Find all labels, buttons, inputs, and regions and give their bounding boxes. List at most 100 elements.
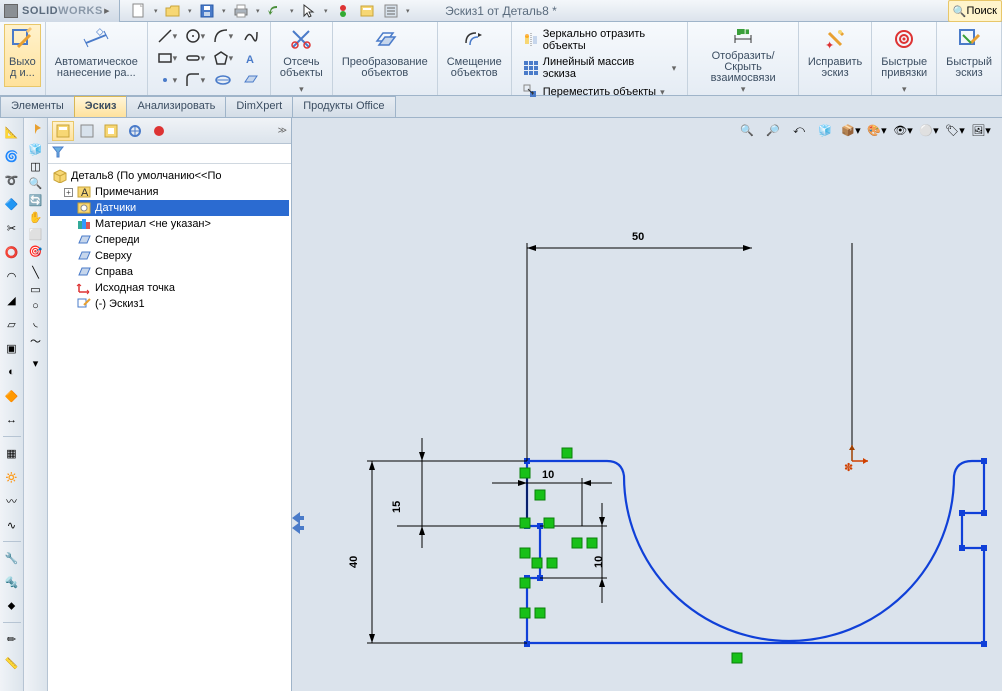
vt-misc3-icon[interactable]: ⬥ — [2, 596, 22, 616]
open-button[interactable] — [162, 1, 184, 21]
st-normal-icon[interactable]: ⬜ — [29, 228, 43, 241]
fm-tab-render[interactable] — [148, 121, 170, 141]
vt-misc2-icon[interactable]: 🔩 — [2, 572, 22, 592]
quick-snaps-button[interactable]: Быстрые привязки ▾ — [876, 24, 932, 98]
exit-sketch-button[interactable]: Выхо д и... — [4, 24, 41, 87]
convert-entities-button[interactable]: Преобразование объектов — [337, 24, 433, 87]
tab-sketch[interactable]: Эскиз — [74, 96, 128, 117]
st-section-icon[interactable]: ◫ — [30, 160, 40, 173]
dimension-50[interactable]: 50 — [527, 231, 852, 461]
tab-evaluate[interactable]: Анализировать — [126, 96, 226, 117]
arc-tool-button[interactable]: ▾ — [210, 26, 236, 46]
move-entities-button[interactable]: Переместить объекты ▾ — [518, 82, 682, 102]
fm-tab-property[interactable] — [76, 121, 98, 141]
dropdown-icon[interactable]: ▾ — [288, 7, 296, 15]
offset-entities-button[interactable]: Смещение объектов — [442, 24, 507, 87]
slot-tool-button[interactable]: ▾ — [182, 48, 208, 68]
new-button[interactable] — [128, 1, 150, 21]
dropdown-icon[interactable]: ▾ — [152, 7, 160, 15]
vt-move-icon[interactable]: ↔ — [2, 410, 22, 430]
rapid-sketch-button[interactable]: Быстрый эскиз — [941, 24, 997, 87]
st-zoom-icon[interactable]: 🔍 — [29, 177, 43, 190]
trim-button[interactable]: Отсечь объекты ▾ — [275, 24, 328, 98]
vt-draft-icon[interactable]: ◐ — [2, 362, 22, 382]
tree-sketch1[interactable]: (-) Эскиз1 — [50, 296, 289, 312]
search-box[interactable]: 🔍 Поиск — [948, 0, 1002, 22]
rebuild-button[interactable] — [332, 1, 354, 21]
tree-sensors[interactable]: Датчики — [50, 200, 289, 216]
fm-tab-design-tree[interactable] — [52, 121, 74, 141]
circle-tool-button[interactable]: ▾ — [182, 26, 208, 46]
st-spline-icon[interactable]: 〜 — [30, 333, 41, 349]
vt-rib-icon[interactable]: ▱ — [2, 314, 22, 334]
sketch-profile[interactable] — [527, 461, 984, 643]
confirmation-corner[interactable] — [292, 512, 304, 534]
feature-tree[interactable]: Деталь8 (По умолчанию<<По + A Примечания… — [48, 164, 291, 316]
st-circle-icon[interactable]: ○ — [32, 300, 39, 312]
tree-origin[interactable]: Исходная точка — [50, 280, 289, 296]
fm-tab-dimxpert[interactable] — [124, 121, 146, 141]
dropdown-icon[interactable]: ▾ — [322, 7, 330, 15]
tab-dimxpert[interactable]: DimXpert — [225, 96, 293, 117]
st-pan-icon[interactable]: ✋ — [29, 211, 43, 224]
text-tool-button[interactable]: A — [238, 48, 264, 68]
graphics-area[interactable]: 🔍 🔎 ⤺ 🧊 📦▾ 🎨▾ 👁▾ ⚪▾ 🏷▾ 🖼▾ — [292, 118, 1002, 691]
dimension-10-horizontal[interactable]: 10 — [492, 469, 612, 526]
st-select-icon[interactable] — [29, 122, 43, 139]
vt-pattern-icon[interactable]: ▦ — [2, 443, 22, 463]
dropdown-icon[interactable]: ▾ — [404, 7, 412, 15]
panel-expand-icon[interactable]: ≫ — [278, 125, 287, 136]
undo-button[interactable] — [264, 1, 286, 21]
mirror-entities-button[interactable]: Зеркально отразить объекты — [518, 26, 682, 54]
dropdown-icon[interactable]: ▾ — [186, 7, 194, 15]
options-button[interactable] — [356, 1, 378, 21]
vt-wrap-icon[interactable]: 🔶 — [2, 386, 22, 406]
st-line-icon[interactable]: ╲ — [32, 266, 39, 279]
polygon-tool-button[interactable]: ▾ — [210, 48, 236, 68]
display-relations-button[interactable]: 上 Отобразить/Скрыть взаимосвязи ▾ — [692, 24, 794, 98]
st-arc-icon[interactable]: ◟ — [33, 316, 37, 329]
point-tool-button[interactable]: ▾ — [154, 70, 180, 90]
tree-material[interactable]: Материал <не указан> — [50, 216, 289, 232]
vt-mirror-icon[interactable]: 🔅 — [2, 467, 22, 487]
print-button[interactable] — [230, 1, 252, 21]
vt-sweep-icon[interactable]: ➰ — [2, 170, 22, 190]
linear-pattern-button[interactable]: Линейный массив эскиза ▾ — [518, 54, 682, 82]
tree-annotations[interactable]: + A Примечания — [50, 184, 289, 200]
tab-office[interactable]: Продукты Office — [292, 96, 395, 117]
rectangle-tool-button[interactable]: ▾ — [154, 48, 180, 68]
properties-button[interactable] — [380, 1, 402, 21]
dimension-40[interactable]: 40 — [348, 461, 527, 643]
vt-hole-icon[interactable]: ⭕ — [2, 242, 22, 262]
tree-plane-front[interactable]: Спереди — [50, 232, 289, 248]
tab-features[interactable]: Элементы — [0, 96, 75, 117]
fm-tab-config[interactable] — [100, 121, 122, 141]
tree-plane-right[interactable]: Справа — [50, 264, 289, 280]
dropdown-icon[interactable]: ▾ — [254, 7, 262, 15]
spline-tool-button[interactable] — [238, 26, 264, 46]
app-logo[interactable]: SOLIDWORKS ▶ — [0, 0, 120, 22]
ellipse-tool-button[interactable] — [210, 70, 236, 90]
line-tool-button[interactable]: ▾ — [154, 26, 180, 46]
save-button[interactable] — [196, 1, 218, 21]
vt-cut-icon[interactable]: ✂ — [2, 218, 22, 238]
fillet-tool-button[interactable]: ▾ — [182, 70, 208, 90]
vt-sketch1-icon[interactable]: ✏ — [2, 629, 22, 649]
st-orient-icon[interactable]: 🎯 — [29, 245, 43, 258]
tree-filter-bar[interactable] — [48, 144, 291, 164]
dropdown-icon[interactable]: ▾ — [220, 7, 228, 15]
repair-sketch-button[interactable]: ✦ Исправить эскиз — [803, 24, 867, 87]
tree-plane-top[interactable]: Сверху — [50, 248, 289, 264]
vt-sketch2-icon[interactable]: 📏 — [2, 653, 22, 673]
vt-curve-icon[interactable]: ∿ — [2, 515, 22, 535]
dimension-15[interactable]: 15 — [391, 438, 527, 548]
vt-extrude-icon[interactable]: 📐 — [2, 122, 22, 142]
vt-shell-icon[interactable]: ▣ — [2, 338, 22, 358]
vt-fillet-icon[interactable]: ◠ — [2, 266, 22, 286]
vt-revolve-icon[interactable]: 🌀 — [2, 146, 22, 166]
vt-chamfer-icon[interactable]: ◢ — [2, 290, 22, 310]
tree-root-part[interactable]: Деталь8 (По умолчанию<<По — [50, 168, 289, 184]
st-view-icon[interactable]: 🧊 — [29, 143, 43, 156]
vt-ref-icon[interactable]: 〰 — [2, 491, 22, 511]
st-rect-icon[interactable]: ▭ — [30, 283, 40, 296]
